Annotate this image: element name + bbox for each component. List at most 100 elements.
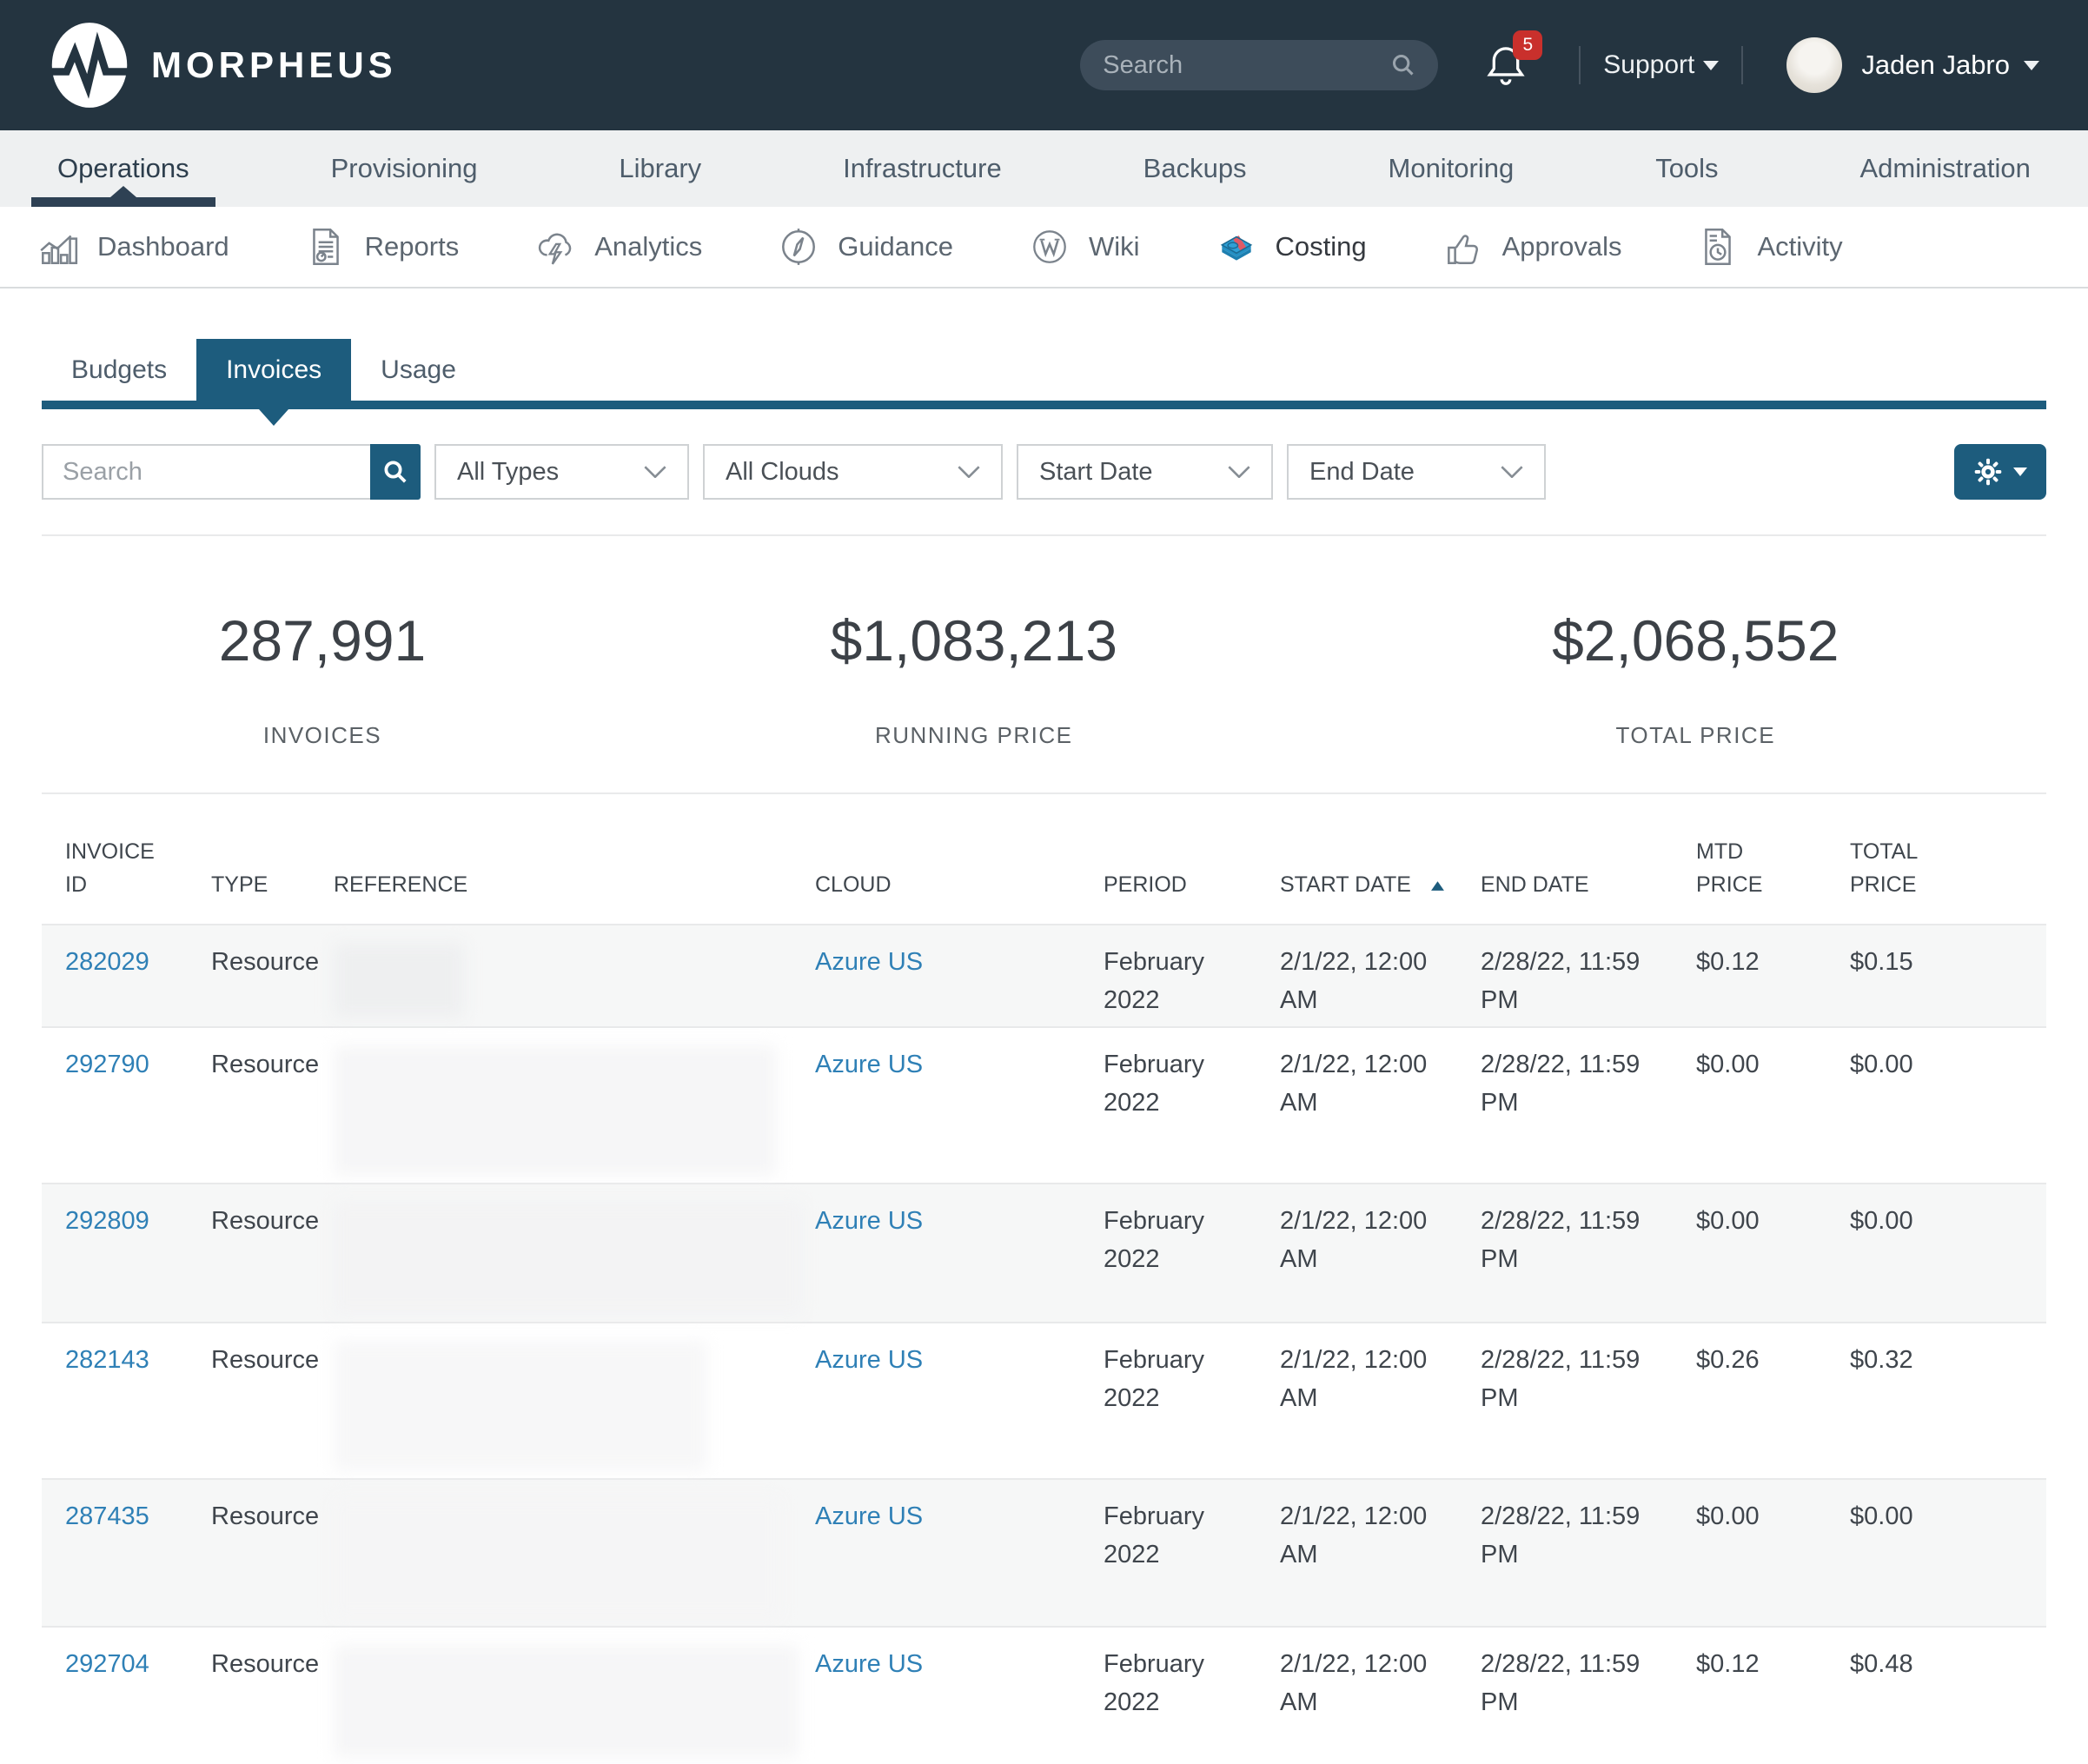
main-nav-item-operations[interactable]: Operations	[50, 130, 196, 207]
invoice-id-link[interactable]: 292704	[65, 1650, 149, 1678]
support-label: Support	[1603, 50, 1694, 80]
costing-icon	[1215, 225, 1258, 269]
user-menu[interactable]: Jaden Jabro	[1861, 50, 2039, 81]
main-nav-item-provisioning[interactable]: Provisioning	[324, 130, 485, 207]
sub-nav-item-wiki[interactable]: Wiki	[1028, 225, 1140, 269]
cell-type: Resource	[211, 1480, 334, 1626]
invoice-id-link[interactable]: 287435	[65, 1502, 149, 1530]
cell-mtd-price: $0.00	[1696, 1028, 1850, 1183]
sub-nav-item-analytics[interactable]: Analytics	[534, 225, 702, 269]
table-row: 287435 Resource Azure US February 2022 2…	[42, 1478, 2046, 1626]
invoice-id-link[interactable]: 292790	[65, 1051, 149, 1078]
cell-mtd-price: $0.12	[1696, 1628, 1850, 1764]
guidance-icon	[777, 225, 820, 269]
support-menu[interactable]: Support	[1603, 50, 1719, 80]
redacted-reference	[334, 1202, 791, 1315]
cloud-link[interactable]: Azure US	[815, 1502, 923, 1530]
settings-dropdown-button[interactable]	[1954, 444, 2046, 500]
sub-nav-item-reports[interactable]: Reports	[304, 225, 460, 269]
tab-budgets[interactable]: Budgets	[42, 339, 196, 401]
column-header-type[interactable]: TYPE	[211, 869, 334, 902]
sub-nav-item-guidance[interactable]: Guidance	[777, 225, 953, 269]
start-date-filter[interactable]: Start Date	[1017, 444, 1273, 500]
column-header-total-price[interactable]: TOTAL PRICE	[1850, 836, 2046, 901]
cell-type: Resource	[211, 1323, 334, 1478]
tab-usage[interactable]: Usage	[351, 339, 486, 401]
cell-type: Resource	[211, 1628, 334, 1764]
main-nav-item-administration[interactable]: Administration	[1853, 130, 2038, 207]
cell-total-price: $0.48	[1850, 1628, 2046, 1764]
stat-label: INVOICES	[42, 722, 603, 749]
cloud-filter-select[interactable]: All Clouds	[703, 444, 1003, 500]
cell-invoice-id: 292809	[65, 1184, 211, 1322]
column-header-reference[interactable]: REFERENCE	[334, 869, 815, 902]
invoice-id-link[interactable]: 282029	[65, 948, 149, 976]
redacted-reference	[334, 1645, 791, 1758]
stat-value: $1,083,213	[603, 607, 1345, 673]
column-header-invoice-id[interactable]: INVOICE ID	[65, 836, 211, 901]
cell-end-date: 2/28/22, 11:59 PM	[1481, 925, 1696, 1026]
reports-icon	[304, 225, 348, 269]
sub-nav-item-dashboard[interactable]: Dashboard	[36, 225, 229, 269]
column-header-end-date[interactable]: END DATE	[1481, 869, 1696, 902]
search-input[interactable]: Search	[42, 444, 370, 500]
sub-nav-item-approvals[interactable]: Approvals	[1442, 225, 1622, 269]
table-body: 282029 Resource Azure US February 2022 2…	[42, 924, 2046, 1764]
invoice-id-link[interactable]: 282143	[65, 1346, 149, 1374]
dashboard-icon	[36, 225, 80, 269]
cell-reference	[334, 925, 815, 1026]
cloud-link[interactable]: Azure US	[815, 948, 923, 976]
main-nav: Operations Provisioning Library Infrastruct…	[0, 130, 2088, 207]
notifications-button[interactable]: 5	[1485, 43, 1527, 88]
wiki-icon	[1028, 225, 1071, 269]
stat-total-price: $2,068,552 TOTAL PRICE	[1345, 607, 2046, 749]
cell-cloud: Azure US	[815, 1028, 1104, 1183]
column-header-period[interactable]: PERIOD	[1104, 869, 1280, 902]
cell-period: February 2022	[1104, 1028, 1280, 1183]
user-name-label: Jaden Jabro	[1861, 50, 2010, 81]
global-search-input[interactable]: Search	[1080, 40, 1438, 90]
cell-total-price: $0.32	[1850, 1323, 2046, 1478]
morpheus-logo[interactable]: MORPHEUS	[49, 20, 397, 110]
sub-nav-item-activity[interactable]: Activity	[1696, 225, 1842, 269]
end-date-value: End Date	[1309, 458, 1415, 487]
main-nav-item-infrastructure[interactable]: Infrastructure	[836, 130, 1009, 207]
cell-total-price: $0.00	[1850, 1028, 2046, 1183]
cell-reference	[334, 1028, 815, 1183]
cell-mtd-price: $0.26	[1696, 1323, 1850, 1478]
invoice-id-link[interactable]: 292809	[65, 1207, 149, 1235]
sub-nav-item-costing[interactable]: Costing	[1215, 225, 1367, 269]
cloud-link[interactable]: Azure US	[815, 1650, 923, 1678]
search-button[interactable]	[370, 444, 421, 500]
cell-mtd-price: $0.00	[1696, 1184, 1850, 1322]
type-filter-select[interactable]: All Types	[434, 444, 689, 500]
cell-total-price: $0.00	[1850, 1184, 2046, 1322]
main-nav-item-backups[interactable]: Backups	[1137, 130, 1254, 207]
main-nav-item-tools[interactable]: Tools	[1648, 130, 1725, 207]
cell-start-date: 2/1/22, 12:00 AM	[1280, 1028, 1481, 1183]
cloud-link[interactable]: Azure US	[815, 1346, 923, 1374]
reports-icon	[304, 225, 348, 269]
column-header-mtd-price[interactable]: MTD PRICE	[1696, 836, 1850, 901]
cell-type: Resource	[211, 1028, 334, 1183]
cell-mtd-price: $0.12	[1696, 925, 1850, 1026]
avatar[interactable]	[1786, 37, 1842, 93]
tab-invoices[interactable]: Invoices	[196, 339, 351, 409]
cell-cloud: Azure US	[815, 1480, 1104, 1626]
column-header-cloud[interactable]: CLOUD	[815, 869, 1104, 902]
column-header-start-date[interactable]: START DATE	[1280, 869, 1481, 902]
wiki-icon	[1028, 225, 1071, 269]
activity-icon	[1696, 225, 1740, 269]
morpheus-logo-icon	[49, 20, 130, 110]
end-date-filter[interactable]: End Date	[1287, 444, 1546, 500]
redacted-reference	[334, 1497, 791, 1619]
main-nav-item-library[interactable]: Library	[612, 130, 708, 207]
cell-cloud: Azure US	[815, 1184, 1104, 1322]
cloud-link[interactable]: Azure US	[815, 1051, 923, 1078]
cell-invoice-id: 282029	[65, 925, 211, 1026]
cloud-link[interactable]: Azure US	[815, 1207, 923, 1235]
table-row: 282143 Resource Azure US February 2022 2…	[42, 1322, 2046, 1478]
main-nav-item-monitoring[interactable]: Monitoring	[1382, 130, 1521, 207]
cell-reference	[334, 1184, 815, 1322]
costing-icon	[1215, 225, 1258, 269]
